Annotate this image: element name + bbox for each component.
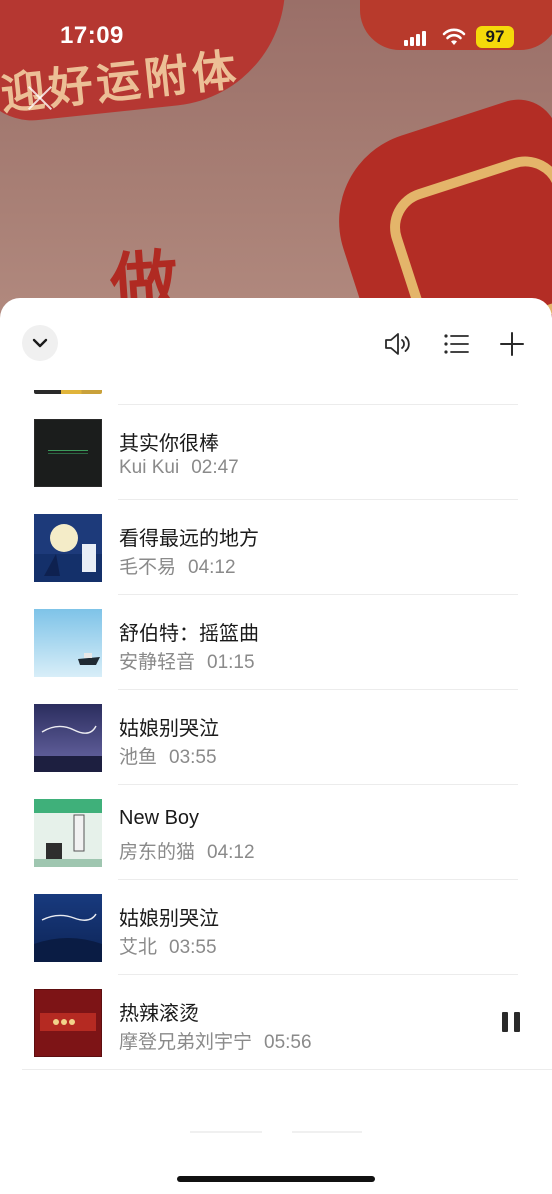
chevron-down-icon	[32, 338, 48, 348]
track-title: 看得最远的地方	[119, 528, 259, 550]
status-time: 17:09	[60, 22, 124, 49]
pause-icon	[514, 1012, 520, 1032]
track-duration: 03:55	[169, 747, 217, 768]
track-title: 姑娘别哭泣	[119, 908, 219, 930]
album-cover	[34, 419, 102, 487]
album-cover	[34, 894, 102, 962]
album-cover	[34, 704, 102, 772]
track-list[interactable]: 其实你很棒 Kui Kui 02:47 看得最远的地方 毛不易 04:12 舒伯…	[0, 390, 552, 1072]
album-cover	[34, 989, 102, 1057]
volume-button[interactable]	[382, 328, 414, 360]
track-artist: 池鱼	[119, 747, 158, 768]
track-artist: 摩登兄弟刘宇宁	[119, 1032, 253, 1053]
track-artist: 毛不易	[119, 557, 177, 578]
track-artist: Kui Kui	[119, 457, 180, 478]
track-title: 姑娘别哭泣	[119, 718, 219, 740]
track-duration: 01:15	[207, 652, 255, 673]
pause-button[interactable]	[502, 1012, 522, 1034]
track-artist: 艾北	[119, 937, 158, 958]
add-button[interactable]	[496, 328, 528, 360]
wifi-icon	[442, 28, 466, 45]
track-row[interactable]: 看得最远的地方 毛不易 04:12	[0, 500, 552, 595]
track-row[interactable]: 姑娘别哭泣 艾北 03:55	[0, 880, 552, 975]
track-row[interactable]: 姑娘别哭泣 池鱼 03:55	[0, 690, 552, 785]
track-duration: 04:12	[207, 842, 255, 863]
plus-icon	[500, 332, 524, 356]
scroll-indicator	[292, 1131, 362, 1133]
track-title: 热辣滚烫	[119, 1003, 199, 1025]
close-icon[interactable]	[26, 84, 54, 112]
track-row[interactable]: 舒伯特：摇篮曲 安静轻音 01:15	[0, 595, 552, 690]
pause-icon	[502, 1012, 508, 1032]
track-meta: Kui Kui 02:47	[119, 457, 239, 479]
track-row-playing[interactable]: 热辣滚烫 摩登兄弟刘宇宁 05:56	[0, 975, 552, 1070]
track-duration: 04:12	[188, 557, 236, 578]
status-bar: 17:09 97	[0, 0, 552, 74]
playlist-sheet: 其实你很棒 Kui Kui 02:47 看得最远的地方 毛不易 04:12 舒伯…	[0, 298, 552, 1194]
track-artist: 房东的猫	[119, 842, 196, 863]
album-cover	[34, 609, 102, 677]
track-duration: 02:47	[191, 457, 239, 478]
track-meta: 艾北 03:55	[119, 932, 217, 959]
track-meta: 池鱼 03:55	[119, 742, 217, 769]
list-icon	[444, 334, 469, 354]
track-artist: 安静轻音	[119, 652, 196, 673]
divider	[22, 1069, 552, 1070]
queue-list-button[interactable]	[440, 328, 472, 360]
track-duration: 03:55	[169, 937, 217, 958]
cellular-signal-icon	[404, 30, 426, 46]
album-cover	[34, 514, 102, 582]
battery-indicator: 97	[476, 26, 514, 48]
track-title: 其实你很棒	[119, 433, 219, 455]
track-meta: 毛不易 04:12	[119, 552, 236, 579]
sheet-header	[0, 298, 552, 390]
collapse-button[interactable]	[22, 325, 58, 361]
album-cover	[34, 390, 102, 394]
track-meta: 房东的猫 04:12	[119, 837, 255, 864]
track-duration: 05:56	[264, 1032, 312, 1053]
album-cover	[34, 799, 102, 867]
volume-icon	[385, 333, 410, 355]
track-meta: 安静轻音 01:15	[119, 647, 255, 674]
scroll-indicator	[190, 1131, 262, 1133]
track-title: New Boy	[119, 807, 200, 829]
track-meta: 摩登兄弟刘宇宁 05:56	[119, 1027, 312, 1054]
track-row[interactable]: New Boy 房东的猫 04:12	[0, 785, 552, 880]
track-title: 舒伯特：摇篮曲	[119, 623, 259, 645]
home-indicator[interactable]	[177, 1176, 375, 1182]
track-row[interactable]: 其实你很棒 Kui Kui 02:47	[0, 405, 552, 500]
